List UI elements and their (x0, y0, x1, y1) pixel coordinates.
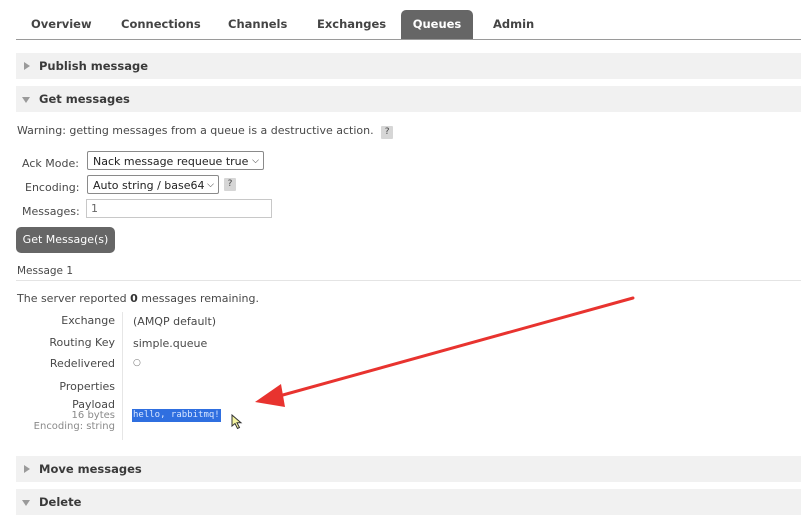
move-messages-title: Move messages (39, 462, 142, 476)
annotation-arrow-icon (255, 296, 635, 407)
collapse-arrow-icon (22, 500, 30, 506)
expand-arrow-icon (24, 465, 30, 473)
delete-section[interactable]: Delete (16, 489, 801, 515)
delete-title: Delete (39, 495, 82, 509)
move-messages-section[interactable]: Move messages (16, 456, 801, 482)
